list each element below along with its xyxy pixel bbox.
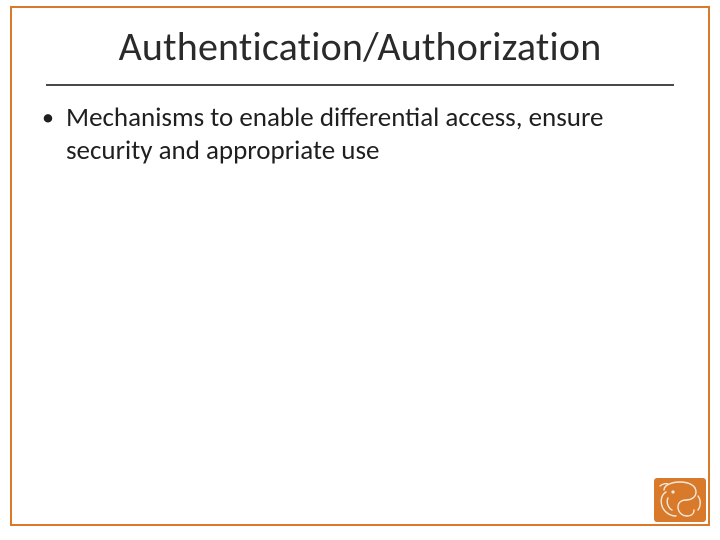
elephant-ornament-logo-icon: [654, 478, 706, 522]
bullet-item: Mechanisms to enable differential access…: [38, 102, 670, 168]
bullet-list: Mechanisms to enable differential access…: [38, 102, 670, 168]
slide-title: Authentication/Authorization: [0, 22, 720, 71]
slide: Authentication/Authorization Mechanisms …: [0, 0, 720, 540]
title-underline: [46, 84, 674, 86]
slide-body: Mechanisms to enable differential access…: [38, 102, 670, 168]
